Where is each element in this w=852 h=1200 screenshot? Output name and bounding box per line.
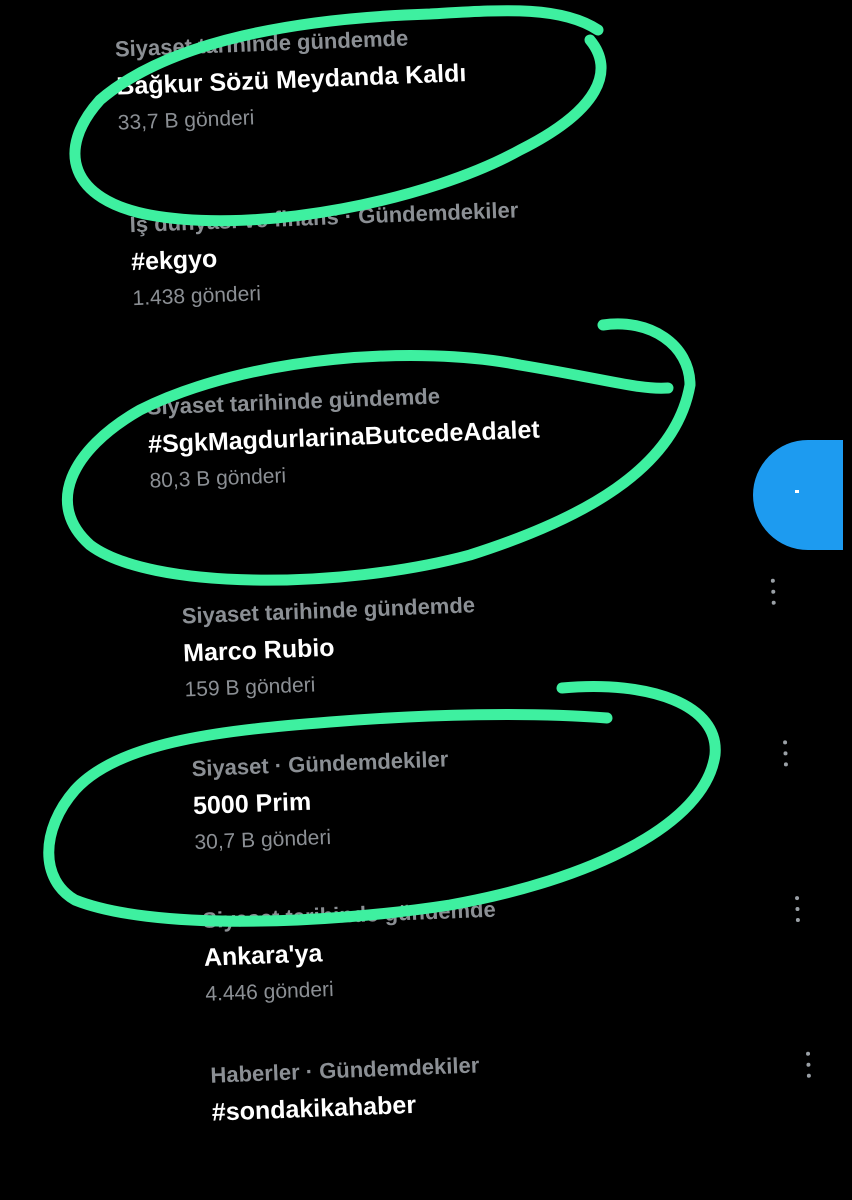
trend-item-bagkur[interactable]: Siyaset tarihinde gündemde Bağkur Sözü M… <box>114 14 678 137</box>
trend-item-5000-prim[interactable]: Siyaset · Gündemdekiler 5000 Prim 30,7 B… <box>191 734 755 857</box>
more-vertical-icon[interactable] <box>779 740 792 767</box>
more-vertical-icon[interactable] <box>767 578 780 605</box>
trend-item-ankaraya[interactable]: Siyaset tarihinde gündemde Ankara'ya 4.4… <box>202 885 766 1008</box>
more-vertical-icon[interactable] <box>802 1051 815 1078</box>
trend-item-sondakikahaber[interactable]: Haberler · Gündemdekiler #sondakikahaber <box>210 1040 772 1129</box>
trend-item-ekgyo[interactable]: İş dünyası ve finans · Gündemdekiler #ek… <box>129 190 693 313</box>
trends-list: Siyaset tarihinde gündemde Bağkur Sözü M… <box>0 0 852 1199</box>
more-vertical-icon[interactable] <box>791 895 804 923</box>
trend-item-sgk[interactable]: Siyaset tarihinde gündemde #SgkMagdurlar… <box>146 372 710 495</box>
trend-item-marco-rubio[interactable]: Siyaset tarihinde gündemde Marco Rubio 1… <box>181 581 745 704</box>
